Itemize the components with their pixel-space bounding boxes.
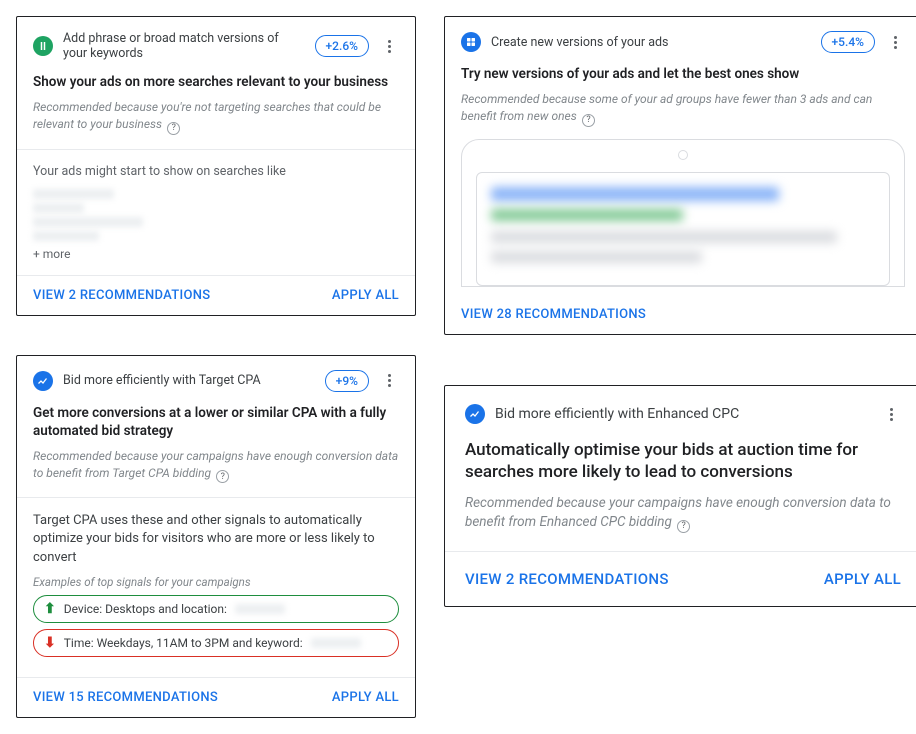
recommendation-card-enhanced-cpc: Bid more efficiently with Enhanced CPC A… [444, 385, 916, 607]
redacted-keyword [33, 217, 143, 227]
redacted-ad-url [491, 209, 683, 221]
overflow-menu-button[interactable] [885, 32, 905, 53]
arrow-up-icon: ⬆ [44, 601, 56, 617]
card-reason: Recommended because you're not targeting… [33, 100, 381, 131]
body-intro: Your ads might start to show on searches… [33, 164, 399, 179]
overflow-menu-button[interactable] [379, 36, 399, 57]
overflow-menu-button[interactable] [881, 404, 901, 425]
info-icon[interactable]: ? [677, 520, 690, 533]
redacted-ad-desc [491, 251, 702, 263]
phone-speaker-icon [678, 150, 688, 160]
overflow-menu-button[interactable] [379, 370, 399, 391]
keywords-icon [33, 36, 53, 56]
redacted-ad-headline [491, 187, 779, 201]
recommendation-card-target-cpa: Bid more efficiently with Target CPA +9%… [16, 355, 416, 718]
card-title: Add phrase or broad match versions of yo… [63, 31, 305, 61]
redacted-ad-desc [491, 231, 837, 243]
ads-grid-icon [461, 32, 481, 52]
uplift-badge: +5.4% [821, 31, 875, 53]
signals-caption: Examples of top signals for your campaig… [33, 575, 399, 589]
body-intro: Target CPA uses these and other signals … [33, 512, 399, 567]
redacted-value [235, 604, 285, 614]
info-icon[interactable]: ? [167, 122, 180, 135]
phone-preview [461, 139, 905, 287]
apply-all-button[interactable]: APPLY ALL [824, 570, 901, 588]
card-headline: Show your ads on more searches relevant … [33, 73, 399, 91]
card-title: Bid more efficiently with Target CPA [63, 373, 315, 388]
view-recommendations-button[interactable]: VIEW 15 RECOMMENDATIONS [33, 690, 218, 705]
card-title: Create new versions of your ads [491, 35, 811, 50]
recommendation-card-keywords: Add phrase or broad match versions of yo… [16, 16, 416, 316]
arrow-down-icon: ⬇ [44, 635, 56, 651]
card-title: Bid more efficiently with Enhanced CPC [495, 406, 871, 422]
ad-preview [476, 172, 890, 286]
signal-text: Time: Weekdays, 11AM to 3PM and keyword: [64, 636, 303, 650]
recommendation-card-ad-versions: Create new versions of your ads +5.4% Tr… [444, 16, 916, 335]
redacted-keyword [33, 189, 114, 199]
apply-all-button[interactable]: APPLY ALL [332, 690, 399, 705]
signal-positive: ⬆ Device: Desktops and location: [33, 595, 399, 623]
info-icon[interactable]: ? [582, 114, 595, 127]
view-recommendations-button[interactable]: VIEW 2 RECOMMENDATIONS [465, 570, 669, 588]
view-recommendations-button[interactable]: VIEW 28 RECOMMENDATIONS [461, 307, 646, 322]
card-headline: Automatically optimise your bids at auct… [465, 439, 901, 485]
trend-icon [465, 404, 485, 424]
info-icon[interactable]: ? [216, 470, 229, 483]
card-headline: Get more conversions at a lower or simil… [33, 404, 399, 440]
card-reason: Recommended because some of your ad grou… [461, 92, 872, 123]
card-headline: Try new versions of your ads and let the… [461, 65, 905, 83]
view-recommendations-button[interactable]: VIEW 2 RECOMMENDATIONS [33, 288, 210, 303]
redacted-keyword [33, 231, 99, 241]
redacted-keyword [33, 203, 84, 213]
redacted-value [311, 638, 361, 648]
uplift-badge: +2.6% [315, 35, 369, 57]
trend-icon [33, 371, 53, 391]
signal-text: Device: Desktops and location: [64, 602, 227, 616]
more-link[interactable]: + more [33, 247, 399, 261]
uplift-badge: +9% [325, 370, 369, 392]
apply-all-button[interactable]: APPLY ALL [332, 288, 399, 303]
